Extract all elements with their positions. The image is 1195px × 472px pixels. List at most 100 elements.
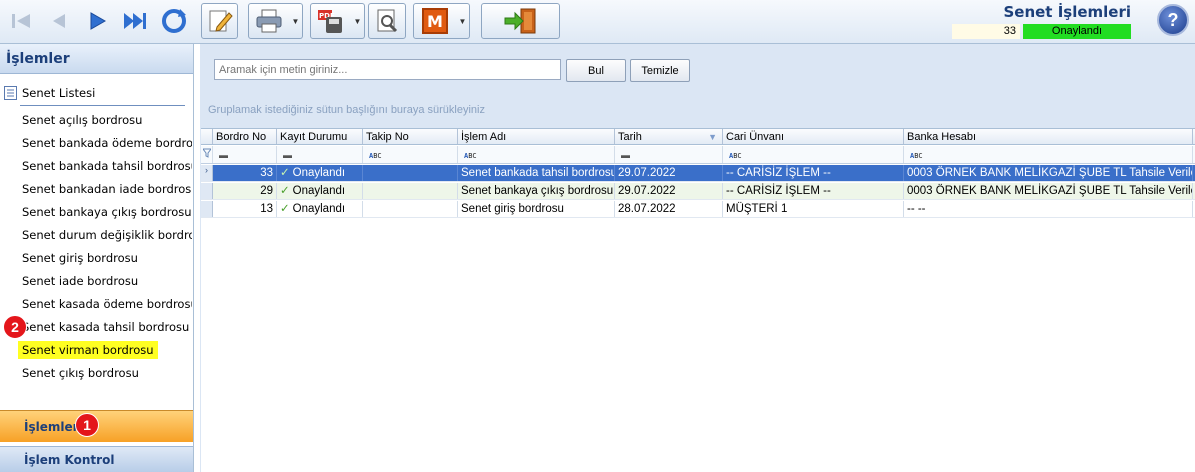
text-filter-icon: ABC — [369, 152, 382, 160]
filter-cell[interactable]: ▬ — [277, 146, 363, 163]
sidebar-item-giris[interactable]: Senet giriş bordrosu — [22, 249, 138, 267]
pdf-export-icon: PDF — [318, 10, 342, 33]
row-indicator — [201, 183, 213, 199]
pdf-export-button[interactable]: PDF — [310, 3, 352, 39]
table-row[interactable]: › 33 ✓ Onaylandı Senet bankada tahsil bor… — [201, 165, 1195, 182]
previous-record-button[interactable] — [42, 3, 76, 39]
cell-bordro-no: 13 — [213, 201, 277, 217]
next-record-button[interactable] — [80, 3, 114, 39]
last-record-icon — [124, 13, 146, 29]
filter-cell[interactable]: ▬ — [213, 146, 277, 163]
clear-button[interactable]: Temizle — [630, 59, 690, 82]
column-header[interactable]: Cari Ünvanı — [723, 129, 904, 144]
column-header[interactable]: İşlem Adı — [458, 129, 615, 144]
table-row[interactable]: 13 ✓ Onaylandı Senet giriş bordrosu 28.07… — [201, 201, 1195, 218]
column-header[interactable]: Takip No — [363, 129, 458, 144]
cell-banka-hesabi: -- -- — [904, 201, 1193, 217]
last-record-button[interactable] — [116, 3, 154, 39]
filter-row: ▬ ▬ ABC ABC ▬ ABC ABC — [201, 146, 1195, 164]
column-header[interactable]: Kayıt Durumu — [277, 129, 363, 144]
refresh-button[interactable] — [156, 3, 192, 39]
sidebar-list-title-label: Senet Listesi — [22, 86, 96, 100]
text-filter-icon: ABC — [464, 152, 477, 160]
sidebar-item-bankada-tahsil[interactable]: Senet bankada tahsil bordrosu — [22, 157, 192, 175]
cell-takip-no — [363, 201, 458, 217]
cell-islem-adi: Senet bankada tahsil bordrosu — [458, 165, 615, 181]
cell-cari-unvani: -- CARİSİZ İŞLEM -- — [723, 183, 904, 199]
data-grid: Bordro No Kayıt Durumu Takip No İşlem Ad… — [201, 128, 1195, 472]
nav-islemler-label: İşlemler — [24, 420, 79, 434]
check-icon: ✓ — [280, 185, 290, 197]
filter-cell[interactable]: ABC — [723, 146, 904, 163]
preview-icon — [377, 9, 398, 33]
page-title: Senet İşlemleri — [1003, 3, 1131, 21]
column-header[interactable]: Bordro No — [213, 129, 277, 144]
title-area: Senet İşlemleri 33 Onaylandı — [952, 3, 1131, 39]
exit-icon — [504, 8, 535, 34]
sidebar-header: İşlemler — [0, 44, 193, 74]
sidebar-item-kasada-odeme[interactable]: Senet kasada ödeme bordrosu — [22, 295, 192, 313]
edit-icon — [209, 10, 233, 32]
filter-cell[interactable]: ▬ — [615, 146, 723, 163]
print-icon — [256, 9, 282, 33]
sidebar-item-bankadan-iade[interactable]: Senet bankadan iade bordrosu — [22, 180, 192, 198]
sidebar-item-acilis[interactable]: Senet açılış bordrosu — [22, 111, 142, 129]
refresh-icon — [162, 9, 186, 33]
help-button[interactable]: ? — [1157, 4, 1189, 36]
print-dropdown[interactable]: ▼ — [289, 3, 303, 39]
pdf-export-dropdown[interactable]: ▼ — [351, 3, 365, 39]
sidebar-item-bankaya-cikis[interactable]: Senet bankaya çıkış bordrosu — [22, 203, 192, 221]
list-icon — [4, 86, 17, 100]
first-record-icon — [12, 14, 30, 28]
sort-descending-icon: ▼ — [708, 132, 717, 142]
group-by-hint: Gruplamak istediğiniz sütun başlığını bu… — [208, 104, 485, 116]
m-dropdown[interactable]: ▼ — [456, 3, 470, 39]
filter-cell[interactable]: ABC — [458, 146, 615, 163]
filter-cell[interactable]: ABC — [904, 146, 1193, 163]
divider — [20, 105, 185, 106]
sidebar: İşlemler Senet Listesi Senet açılış bord… — [0, 44, 194, 472]
m-icon: M — [422, 8, 448, 34]
cell-islem-adi: Senet giriş bordrosu — [458, 201, 615, 217]
toolbar: ▼ PDF ▼ M ▼ Senet İşlemleri 33 Onaylandı… — [0, 0, 1195, 44]
sidebar-item-virman[interactable]: Senet virman bordrosu — [18, 341, 158, 359]
cell-bordro-no: 33 — [213, 165, 277, 181]
m-button[interactable]: M — [413, 3, 457, 39]
cell-kayit-durumu: ✓ Onaylandı — [277, 201, 363, 217]
first-record-button[interactable] — [4, 3, 40, 39]
text-filter-icon: ABC — [910, 152, 923, 160]
status-badge: Onaylandı — [1023, 24, 1131, 39]
cell-islem-adi: Senet bankaya çıkış bordrosu — [458, 183, 615, 199]
sidebar-item-iade[interactable]: Senet iade bordrosu — [22, 272, 138, 290]
exit-button[interactable] — [481, 3, 560, 39]
sidebar-item-bankada-odeme[interactable]: Senet bankada ödeme bordrosu — [22, 134, 192, 152]
nav-islem-kontrol-label: İşlem Kontrol — [24, 453, 115, 467]
header-indicator — [201, 129, 213, 144]
next-record-icon — [90, 12, 107, 30]
preview-button[interactable] — [368, 3, 406, 39]
grid-header: Bordro No Kayıt Durumu Takip No İşlem Ad… — [201, 128, 1195, 145]
filter-cell[interactable]: ABC — [363, 146, 458, 163]
table-row[interactable]: 29 ✓ Onaylandı Senet bankaya çıkış bordro… — [201, 183, 1195, 200]
print-button[interactable] — [248, 3, 290, 39]
step-badge-2: 2 — [3, 315, 27, 339]
sidebar-item-durum-degisiklik[interactable]: Senet durum değişiklik bordro... — [22, 226, 192, 244]
cell-kayit-durumu: ✓ Onaylandı — [277, 183, 363, 199]
edit-button[interactable] — [201, 3, 238, 39]
cell-tarih: 28.07.2022 — [615, 201, 723, 217]
row-indicator: › — [201, 165, 213, 181]
record-count: 33 — [952, 24, 1020, 39]
search-input[interactable] — [214, 59, 561, 80]
sidebar-list-title[interactable]: Senet Listesi — [4, 86, 95, 100]
column-header-sorted[interactable]: Tarih ▼ — [615, 129, 723, 144]
text-filter-icon: ABC — [729, 152, 742, 160]
sidebar-item-cikis[interactable]: Senet çıkış bordrosu — [22, 364, 139, 382]
filter-icon — [201, 146, 213, 163]
row-indicator — [201, 201, 213, 217]
cell-takip-no — [363, 165, 458, 181]
check-icon: ✓ — [280, 203, 290, 215]
sidebar-item-kasada-tahsil[interactable]: Senet kasada tahsil bordrosu — [22, 318, 189, 336]
find-button[interactable]: Bul — [566, 59, 626, 82]
nav-islem-kontrol[interactable]: İşlem Kontrol — [0, 446, 193, 472]
column-header[interactable]: Banka Hesabı — [904, 129, 1193, 144]
